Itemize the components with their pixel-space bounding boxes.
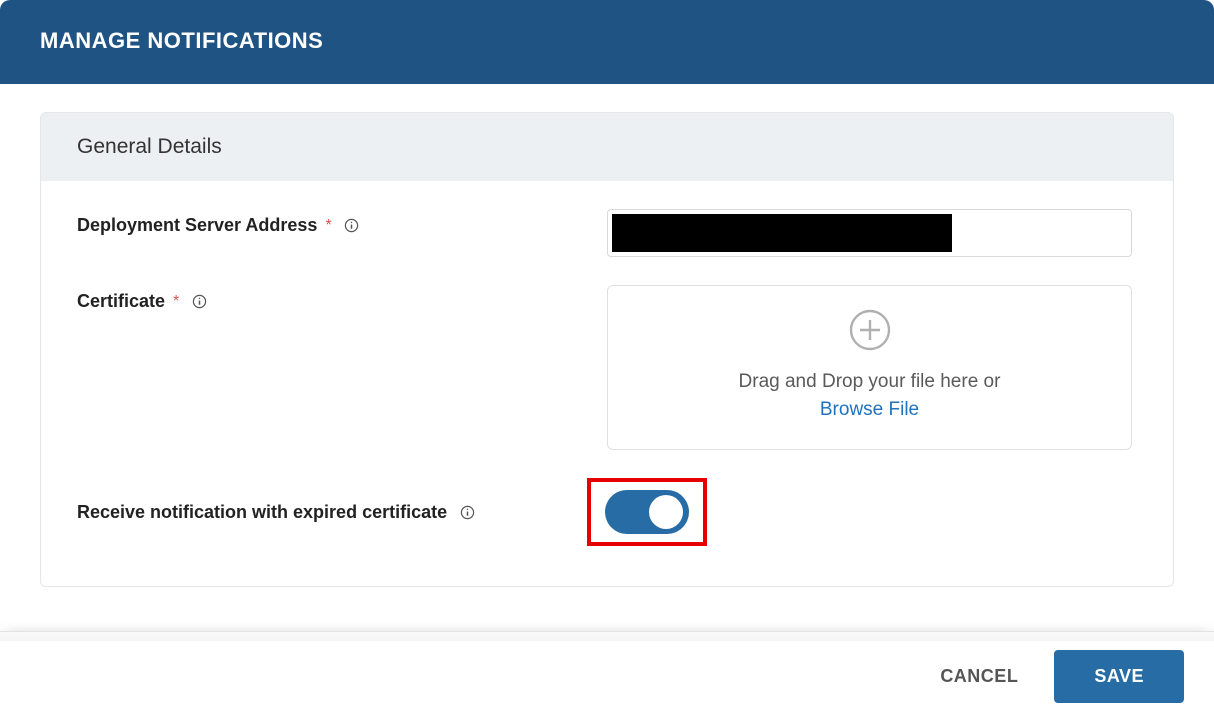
server-address-input-wrap: [607, 209, 1132, 257]
cancel-button[interactable]: CANCEL: [930, 652, 1028, 701]
required-asterisk: *: [173, 294, 179, 310]
panel-body: Deployment Server Address *: [41, 181, 1173, 586]
row-server-address: Deployment Server Address *: [77, 209, 1137, 257]
general-details-panel: General Details Deployment Server Addres…: [40, 112, 1174, 587]
expired-notify-label: Receive notification with expired certif…: [77, 502, 447, 523]
save-button[interactable]: SAVE: [1054, 650, 1184, 703]
modal-body: General Details Deployment Server Addres…: [0, 84, 1214, 631]
expired-notify-toggle[interactable]: [605, 490, 689, 534]
certificate-label: Certificate: [77, 291, 165, 312]
info-icon[interactable]: [191, 294, 207, 310]
expired-notify-label-col: Receive notification with expired certif…: [77, 502, 587, 523]
certificate-label-col: Certificate *: [77, 285, 607, 312]
certificate-dropzone[interactable]: Drag and Drop your file here or Browse F…: [607, 285, 1132, 450]
row-certificate: Certificate *: [77, 285, 1137, 450]
info-icon[interactable]: [459, 504, 475, 520]
browse-file-link[interactable]: Browse File: [618, 399, 1121, 421]
modal-title: MANAGE NOTIFICATIONS: [0, 0, 1214, 84]
certificate-input-col: Drag and Drop your file here or Browse F…: [607, 285, 1137, 450]
server-address-label: Deployment Server Address: [77, 215, 317, 236]
toggle-knob: [649, 495, 683, 529]
modal-title-text: MANAGE NOTIFICATIONS: [40, 28, 323, 53]
dropzone-text: Drag and Drop your file here or: [618, 371, 1121, 393]
panel-title: General Details: [41, 113, 1173, 181]
deployment-server-address-input[interactable]: [612, 214, 952, 252]
manage-notifications-modal: MANAGE NOTIFICATIONS General Details Dep…: [0, 0, 1214, 727]
required-asterisk: *: [325, 218, 331, 234]
plus-circle-icon: [618, 308, 1121, 357]
server-address-input-col: [607, 209, 1137, 257]
row-expired-notify: Receive notification with expired certif…: [77, 478, 1137, 546]
info-icon[interactable]: [344, 218, 360, 234]
modal-footer: CANCEL SAVE: [0, 631, 1214, 727]
toggle-highlight-box: [587, 478, 707, 546]
server-address-label-col: Deployment Server Address *: [77, 209, 607, 236]
